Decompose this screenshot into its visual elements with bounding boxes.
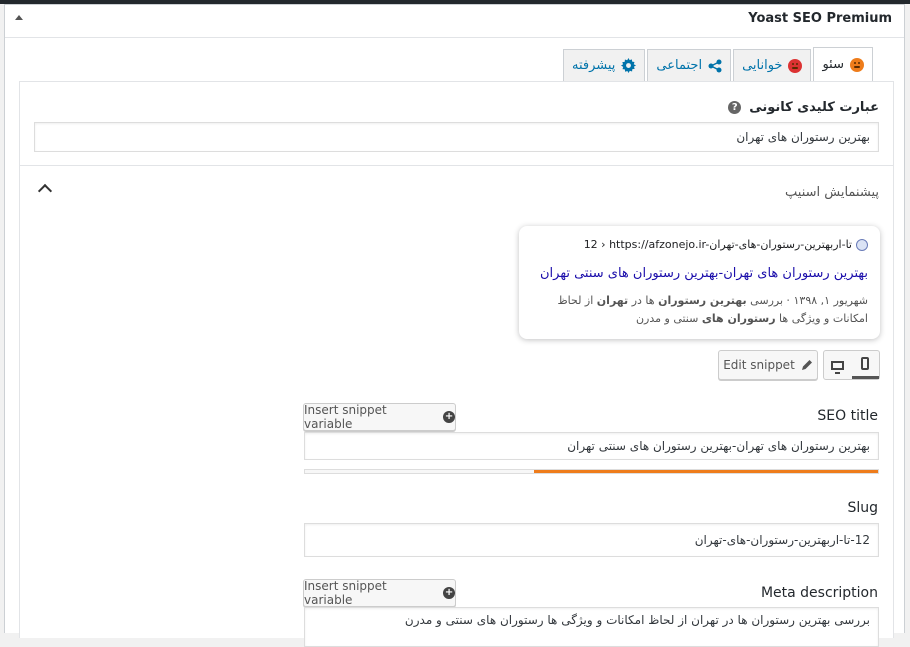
share-icon xyxy=(708,59,722,72)
meta-description-value: بررسی بهترین رستوران ها در تهران از لحاظ… xyxy=(404,613,870,627)
mobile-icon xyxy=(861,357,870,370)
mobile-preview-button[interactable] xyxy=(851,351,879,379)
insert-variable-button-title[interactable]: Insert snippet variable + xyxy=(303,403,456,431)
snippet-url-text: 12 › https://afzonejo.ir-تا-اربهترین-رست… xyxy=(583,238,852,251)
focus-keyphrase-value: بهترین رستوران های تهران xyxy=(736,130,870,144)
slug-input[interactable]: 12-تا-اربهترین-رستوران-های-تهران xyxy=(304,523,879,557)
tab-label: خوانایی xyxy=(742,58,783,73)
insert-variable-label: Insert snippet variable xyxy=(304,403,387,431)
collapse-triangle-icon[interactable] xyxy=(15,15,23,20)
seo-title-length-progress xyxy=(304,469,879,474)
desktop-preview-button[interactable] xyxy=(824,351,852,379)
snippet-title: بهترین رستوران های تهران-بهترین رستوران … xyxy=(540,266,868,281)
progress-fill xyxy=(534,470,878,473)
tab-label: پیشرفته xyxy=(572,58,616,73)
focus-keyphrase-label: عبارت کلیدی کانونی ? xyxy=(728,100,879,115)
snippet-url: 12 › https://afzonejo.ir-تا-اربهترین-رست… xyxy=(584,238,868,251)
help-icon[interactable]: ? xyxy=(728,101,742,114)
pencil-icon xyxy=(801,360,812,370)
insert-variable-button-meta[interactable]: Insert snippet variable + xyxy=(303,579,456,607)
tab-label: سئو xyxy=(822,57,844,72)
tab-advanced[interactable]: پیشرفته xyxy=(563,49,646,81)
metabox-title: Yoast SEO Premium xyxy=(748,11,892,26)
google-snippet-preview[interactable]: 12 › https://afzonejo.ir-تا-اربهترین-رست… xyxy=(519,226,880,339)
gear-icon xyxy=(621,58,637,73)
chevron-up-icon[interactable] xyxy=(37,183,53,199)
plus-circle-icon: + xyxy=(443,411,455,423)
edit-snippet-button[interactable]: Edit snippet xyxy=(718,350,818,380)
seo-tab-panel: عبارت کلیدی کانونی ? بهترین رستوران های … xyxy=(19,81,894,647)
tab-seo[interactable]: سئو xyxy=(813,47,873,81)
edit-snippet-label: Edit snippet xyxy=(723,358,795,372)
slug-value: 12-تا-اربهترین-رستوران-های-تهران xyxy=(694,533,870,547)
slug-label: Slug xyxy=(847,500,878,516)
seo-title-label: SEO title xyxy=(817,408,878,424)
metabox-tabs: سئو خوانایی اجتماعی پیشرفته xyxy=(561,46,873,81)
focus-keyphrase-input[interactable]: بهترین رستوران های تهران xyxy=(34,122,879,152)
snippet-description: شهریور ۱, ۱۳۹۸ ⋅ بررسی بهترین رستوران ها… xyxy=(557,294,868,325)
focus-keyphrase-label-text: عبارت کلیدی کانونی xyxy=(749,100,879,115)
tab-readability[interactable]: خوانایی xyxy=(733,49,812,81)
device-toggle xyxy=(823,350,880,380)
seo-title-input[interactable]: بهترین رستوران های تهران-بهترین رستوران … xyxy=(304,432,879,460)
metabox-header[interactable]: Yoast SEO Premium xyxy=(5,5,904,38)
tab-social[interactable]: اجتماعی xyxy=(647,49,732,81)
tab-label: اجتماعی xyxy=(656,58,703,73)
globe-icon xyxy=(856,238,868,251)
meta-description-label: Meta description xyxy=(760,585,878,601)
monitor-icon xyxy=(831,360,845,374)
red-face-icon xyxy=(788,58,803,73)
meta-description-textarea[interactable]: بررسی بهترین رستوران ها در تهران از لحاظ… xyxy=(304,607,879,647)
yoast-metabox: Yoast SEO Premium سئو خوانایی اجتماعی پی… xyxy=(4,4,905,647)
orange-face-icon xyxy=(850,57,864,72)
divider xyxy=(20,165,893,166)
plus-circle-icon: + xyxy=(443,587,455,599)
seo-title-value: بهترین رستوران های تهران-بهترین رستوران … xyxy=(567,439,870,453)
snippet-preview-heading[interactable]: پیشنمایش اسنیپ xyxy=(785,185,879,200)
insert-variable-label: Insert snippet variable xyxy=(304,579,387,607)
